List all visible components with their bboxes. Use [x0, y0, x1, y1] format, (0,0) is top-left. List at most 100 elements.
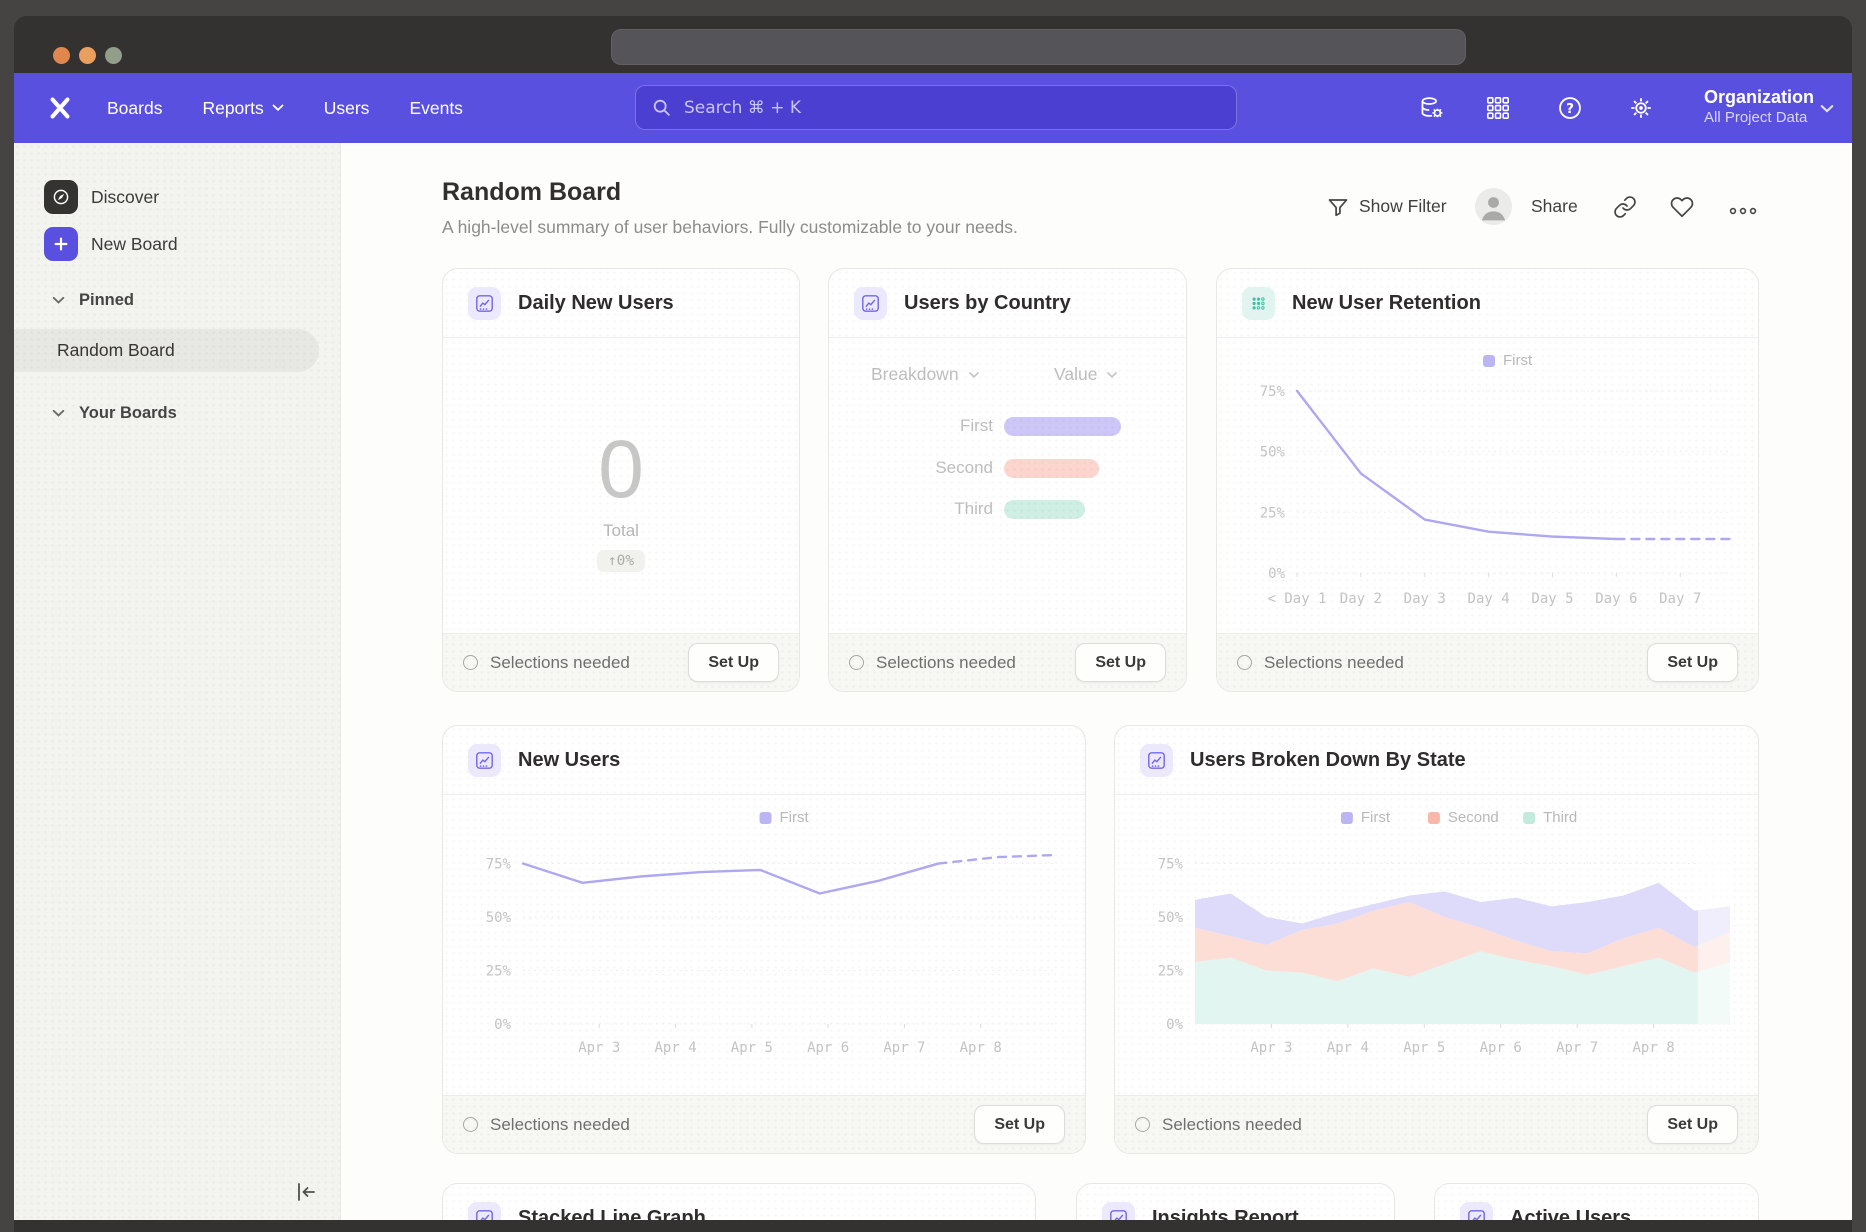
breakdown-dropdown[interactable]: Breakdown	[871, 364, 980, 385]
line-chart-icon	[468, 744, 501, 777]
window-bottom-edge	[14, 1220, 1852, 1232]
sidebar-item-new-board[interactable]: New Board	[44, 227, 178, 261]
line-chart-icon	[1102, 1202, 1135, 1220]
svg-text:Apr 3: Apr 3	[1250, 1040, 1292, 1056]
svg-text:Apr 7: Apr 7	[883, 1040, 925, 1056]
nav-item-users[interactable]: Users	[324, 98, 370, 119]
card-title: Active Users	[1510, 1207, 1631, 1220]
traffic-light-minimize-button[interactable]	[79, 47, 96, 64]
sidebar-item-discover[interactable]: Discover	[44, 180, 159, 214]
data-management-icon[interactable]	[1419, 95, 1445, 121]
card-footer: Selections needed Set Up	[1217, 633, 1758, 691]
set-up-button[interactable]: Set Up	[1647, 1105, 1738, 1144]
card-title: Stacked Line Graph	[518, 1207, 706, 1220]
favorite-heart-icon[interactable]	[1670, 195, 1694, 219]
traffic-light-close-button[interactable]	[53, 47, 70, 64]
avatar[interactable]	[1475, 188, 1512, 225]
line-chart-icon	[468, 287, 501, 320]
collapse-sidebar-icon[interactable]	[294, 1180, 318, 1204]
selections-needed-status: Selections needed	[490, 653, 630, 673]
filter-funnel-icon[interactable]	[1326, 195, 1350, 219]
selections-needed-status: Selections needed	[1162, 1115, 1302, 1135]
card-stacked-line-graph: Stacked Line Graph	[442, 1183, 1036, 1220]
show-filter-button[interactable]: Show Filter	[1359, 196, 1447, 217]
nav-item-reports[interactable]: Reports	[202, 98, 283, 119]
card-header: Insights Report	[1077, 1184, 1394, 1220]
svg-text:Apr 5: Apr 5	[731, 1040, 773, 1056]
svg-text:Day 2: Day 2	[1340, 591, 1382, 607]
sidebar-section-pinned[interactable]: Pinned	[52, 291, 134, 310]
status-circle-icon	[463, 655, 478, 670]
settings-gear-icon[interactable]	[1628, 95, 1654, 121]
card-header: Active Users	[1435, 1184, 1758, 1220]
svg-text:25%: 25%	[1260, 505, 1286, 521]
set-up-button[interactable]: Set Up	[1075, 643, 1166, 682]
nav-menu: Boards Reports Users Events	[107, 73, 463, 143]
metric-label: Total	[443, 521, 799, 541]
chevron-down-icon	[1106, 371, 1118, 379]
more-options-ellipsis-icon[interactable]	[1728, 199, 1758, 223]
retention-line-chart: 0%25%50%75%< Day 1Day 2Day 3Day 4Day 5Da…	[1233, 349, 1744, 609]
address-bar[interactable]	[611, 29, 1466, 65]
svg-text:Second: Second	[1448, 809, 1499, 826]
help-icon[interactable]: ?	[1557, 95, 1583, 121]
search-input[interactable]: Search ⌘ + K	[635, 85, 1237, 130]
sidebar-section-your-boards[interactable]: Your Boards	[52, 404, 177, 423]
page-subtitle: A high-level summary of user behaviors. …	[442, 217, 1018, 238]
card-insights-report: Insights Report	[1076, 1183, 1395, 1220]
card-header: Users Broken Down By State	[1115, 726, 1758, 795]
country-bar	[1004, 500, 1085, 519]
metric-big-value: 0	[443, 429, 799, 511]
set-up-button[interactable]: Set Up	[688, 643, 779, 682]
nav-item-label: Users	[324, 98, 370, 119]
apps-grid-icon[interactable]	[1485, 95, 1511, 121]
copy-link-icon[interactable]	[1613, 195, 1637, 219]
value-dropdown[interactable]: Value	[1054, 364, 1118, 385]
selections-needed-status: Selections needed	[1264, 653, 1404, 673]
traffic-light-zoom-button[interactable]	[105, 47, 122, 64]
dropdown-label: Breakdown	[871, 364, 959, 385]
svg-text:?: ?	[1566, 101, 1574, 117]
svg-text:Day 5: Day 5	[1531, 591, 1573, 607]
browser-window: Boards Reports Users Events Search ⌘ + K	[14, 16, 1852, 1232]
org-project-switcher[interactable]: Organization All Project Data	[1704, 86, 1814, 128]
stacked-area-chart: 0%25%50%75%Apr 3Apr 4Apr 5Apr 6Apr 7Apr …	[1131, 806, 1744, 1058]
plus-icon	[44, 227, 78, 261]
svg-text:Apr 6: Apr 6	[807, 1040, 849, 1056]
card-header: New User Retention	[1217, 269, 1758, 338]
new-users-line-chart: 0%25%50%75%Apr 3Apr 4Apr 5Apr 6Apr 7Apr …	[459, 806, 1071, 1058]
svg-text:0%: 0%	[494, 1017, 511, 1033]
svg-text:50%: 50%	[1260, 445, 1286, 461]
sidebar-item-random-board[interactable]: Random Board	[14, 329, 319, 372]
status-circle-icon	[463, 1117, 478, 1132]
set-up-button[interactable]: Set Up	[1647, 643, 1738, 682]
org-project: All Project Data	[1704, 108, 1814, 128]
svg-text:25%: 25%	[1158, 964, 1184, 980]
svg-text:50%: 50%	[486, 910, 512, 926]
card-active-users: Active Users	[1434, 1183, 1759, 1220]
board-actions: Show Filter Share	[1326, 183, 1776, 231]
card-header: New Users	[443, 726, 1085, 795]
share-button[interactable]: Share	[1531, 196, 1578, 217]
svg-text:Apr 3: Apr 3	[578, 1040, 620, 1056]
card-users-by-state: Users Broken Down By State 0%25%50%75%Ap…	[1114, 725, 1759, 1154]
svg-text:First: First	[1361, 809, 1391, 826]
svg-text:Day 4: Day 4	[1468, 591, 1510, 607]
chevron-down-icon	[1820, 104, 1834, 114]
sidebar-section-label: Pinned	[79, 291, 134, 310]
chevron-down-icon	[272, 104, 284, 112]
search-placeholder: Search ⌘ + K	[684, 98, 801, 118]
svg-text:Third: Third	[1543, 809, 1577, 826]
nav-item-boards[interactable]: Boards	[107, 98, 162, 119]
svg-text:Day 3: Day 3	[1404, 591, 1446, 607]
svg-text:Apr 4: Apr 4	[654, 1040, 696, 1056]
country-bar-label: Third	[829, 499, 993, 519]
nav-item-events[interactable]: Events	[409, 98, 463, 119]
set-up-button[interactable]: Set Up	[974, 1105, 1065, 1144]
card-title: Users Broken Down By State	[1190, 749, 1466, 772]
mixpanel-logo-icon[interactable]	[48, 96, 72, 120]
card-title: Daily New Users	[518, 292, 674, 315]
svg-text:Day 7: Day 7	[1659, 591, 1701, 607]
nav-item-label: Reports	[202, 98, 263, 119]
svg-text:Apr 8: Apr 8	[1632, 1040, 1674, 1056]
